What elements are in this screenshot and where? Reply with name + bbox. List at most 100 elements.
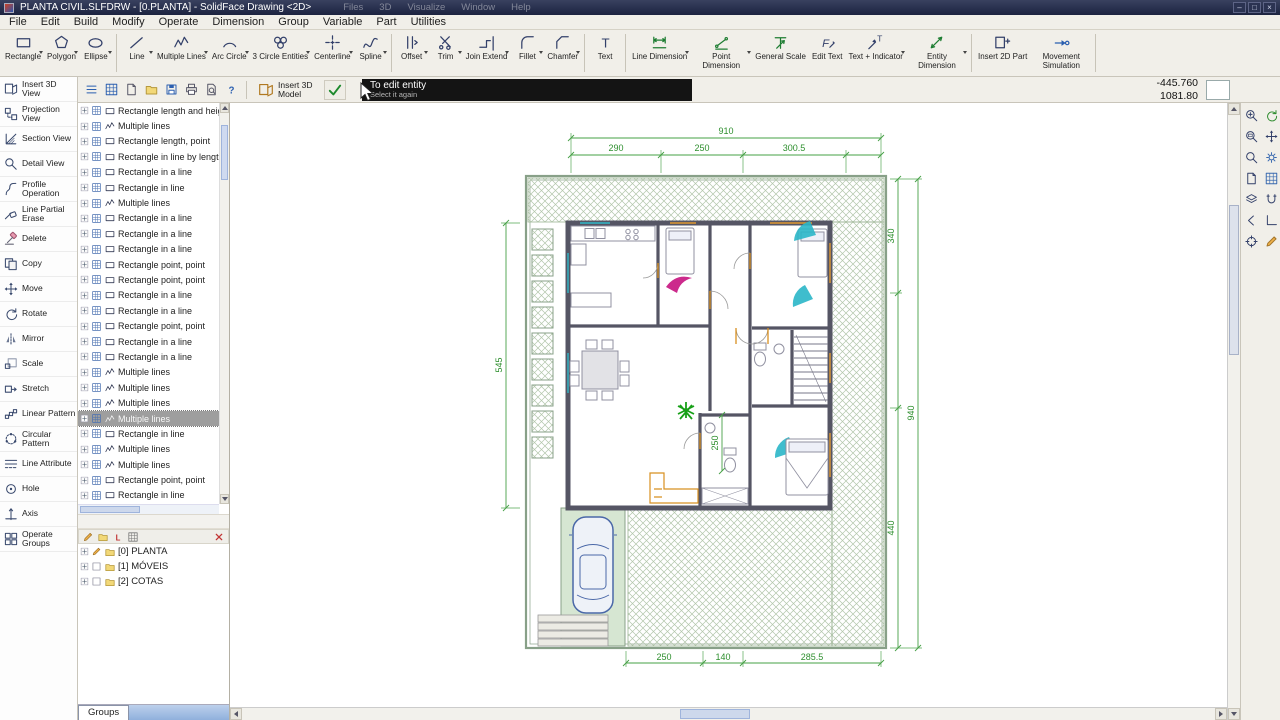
close-button[interactable]: × [1263,2,1276,13]
entity-row[interactable]: Rectangle in a line [78,242,219,257]
vscroll-track[interactable] [1228,115,1240,708]
dropdown-arrow-icon[interactable] [576,51,580,54]
sidebar-item-line-attribute[interactable]: Line Attribute [0,452,77,477]
scroll-up[interactable] [1228,103,1240,115]
tool-chamfer[interactable]: Chamfer [544,31,581,75]
sidebar-item-stretch[interactable]: Stretch [0,377,77,402]
menu-operate[interactable]: Operate [152,16,206,28]
entity-row[interactable]: Rectangle in line [78,488,219,503]
menu-build[interactable]: Build [67,16,105,28]
tree-scroll-down[interactable] [220,494,229,504]
close-groups-button[interactable] [213,531,225,543]
tool-3-circle-entities[interactable]: 3 Circle Entities [250,31,312,75]
sidebar-item-hole[interactable]: Hole [0,477,77,502]
dropdown-arrow-icon[interactable] [505,51,509,54]
entity-row[interactable]: Rectangle point, point [78,257,219,272]
tree-vscrollbar[interactable] [219,103,229,504]
tool-centerline[interactable]: Centerline [311,31,353,75]
dropdown-arrow-icon[interactable] [349,51,353,54]
entity-row[interactable]: Rectangle in a line [78,349,219,364]
canvas-vscrollbar[interactable] [1227,103,1240,720]
tool-text[interactable]: TText [588,31,622,75]
entity-row[interactable]: Rectangle in line by length [78,149,219,164]
entity-row[interactable]: Rectangle in a line [78,334,219,349]
scroll-left[interactable] [230,708,242,720]
hscroll-track[interactable] [242,708,1215,720]
snap-toggle-button[interactable] [1262,190,1280,209]
menu-variable[interactable]: Variable [316,16,370,28]
group-label-button[interactable]: L [112,531,124,543]
dropdown-arrow-icon[interactable] [963,51,967,54]
dropdown-arrow-icon[interactable] [204,51,208,54]
print-button[interactable] [182,81,200,99]
coordinate-input-box[interactable] [1206,80,1230,100]
tool-general-scale[interactable]: General Scale [752,31,809,75]
titlebar-menu-window[interactable]: Window [461,2,495,13]
tool-text-indicator[interactable]: TText + Indicator [845,31,905,75]
entity-row[interactable]: Rectangle point, point [78,472,219,487]
titlebar-menu-help[interactable]: Help [511,2,531,13]
help-button[interactable]: ? [222,81,240,99]
entity-row[interactable]: Rectangle length and heigh [78,103,219,118]
group-row-0-planta[interactable]: [0] PLANTA [78,544,229,559]
dropdown-arrow-icon[interactable] [245,51,249,54]
entity-row[interactable]: Rectangle in line [78,180,219,195]
sheet-settings-button[interactable] [1242,169,1261,188]
titlebar-menu-files[interactable]: Files [343,2,363,13]
group-row-2-cotas[interactable]: [2] COTAS [78,574,229,589]
tool-fillet[interactable]: Fillet [510,31,544,75]
menu-part[interactable]: Part [369,16,403,28]
sidebar-item-section-view[interactable]: Section View [0,127,77,152]
sidebar-item-copy[interactable]: Copy [0,252,77,277]
group-row-1-m-veis[interactable]: [1] MÓVEIS [78,559,229,574]
sidebar-item-axis[interactable]: Axis [0,502,77,527]
tool-join-extend[interactable]: Join Extend [463,31,511,75]
layers-button[interactable] [1242,190,1261,209]
tool-line[interactable]: Line [120,31,154,75]
zoom-extents-button[interactable] [1242,148,1261,167]
dropdown-arrow-icon[interactable] [685,51,689,54]
group-grid-button[interactable] [127,531,139,543]
sidebar-item-line-partial-erase[interactable]: Line Partial Erase [0,202,77,227]
view-grid-button[interactable] [102,81,120,99]
tool-multiple-lines[interactable]: Multiple Lines [154,31,209,75]
menu-utilities[interactable]: Utilities [404,16,453,28]
zoom-in-button[interactable] [1242,106,1261,125]
dropdown-arrow-icon[interactable] [149,51,153,54]
tool-entity-dimension[interactable]: Entity Dimension [906,31,968,75]
entity-row[interactable]: Multiple lines [78,118,219,133]
tool-movement-simulation[interactable]: Movement Simulation [1030,31,1092,75]
tool-polygon[interactable]: Polygon [44,31,79,75]
entity-row[interactable]: Multiple lines [78,395,219,410]
entity-row[interactable]: Multiple lines [78,442,219,457]
scroll-down[interactable] [1228,708,1240,720]
maximize-button[interactable]: □ [1248,2,1261,13]
entity-row[interactable]: Rectangle in a line [78,226,219,241]
view-settings-button[interactable] [1262,148,1280,167]
sidebar-item-insert-3d-view[interactable]: Insert 3D View [0,77,77,102]
zoom-window-button[interactable] [1242,127,1261,146]
titlebar-menu-visualize[interactable]: Visualize [407,2,445,13]
tree-scroll-thumb[interactable] [221,125,228,180]
sidebar-item-move[interactable]: Move [0,277,77,302]
dropdown-arrow-icon[interactable] [458,51,462,54]
tree-scroll-up[interactable] [220,103,229,113]
dropdown-arrow-icon[interactable] [108,51,112,54]
entity-row[interactable]: Rectangle in a line [78,288,219,303]
sidebar-item-delete[interactable]: Delete [0,227,77,252]
dropdown-arrow-icon[interactable] [424,51,428,54]
entity-row[interactable]: Rectangle point, point [78,272,219,287]
hscroll-thumb[interactable] [680,709,750,719]
tool-arc-circle[interactable]: Arc Circle [209,31,250,75]
sidebar-item-profile-operation[interactable]: Profile Operation [0,177,77,202]
floorplan-drawing[interactable]: 910290250300.5545340940440250140285.5250 [230,103,1227,707]
dropdown-arrow-icon[interactable] [306,51,310,54]
open-document-button[interactable] [142,81,160,99]
pan-button[interactable] [1262,127,1280,146]
tree-hscrollbar[interactable] [78,504,219,514]
scroll-right[interactable] [1215,708,1227,720]
view-list-button[interactable] [82,81,100,99]
zoom-refresh-button[interactable] [1262,106,1280,125]
sidebar-item-rotate[interactable]: Rotate [0,302,77,327]
grid-toggle-button[interactable] [1262,169,1280,188]
